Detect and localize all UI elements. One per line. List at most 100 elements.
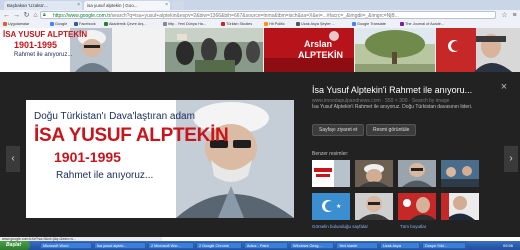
- forward-icon[interactable]: →: [12, 11, 21, 20]
- east-turkestan-flag: ★: [312, 193, 350, 220]
- taskbar-item[interactable]: Uzak Asya: [380, 242, 420, 249]
- bookmark-yeni-dunya[interactable]: http - Yeni Dünya Ha...: [163, 21, 206, 28]
- image-caption: Rahmet ile anıyoruz...: [56, 170, 154, 181]
- apps-icon: [3, 22, 7, 26]
- translate-icon: [352, 22, 356, 26]
- result-thumbnail[interactable]: [436, 28, 520, 72]
- bookmark-turkish-studies[interactable]: Türkish Studies: [221, 21, 252, 28]
- bookmark-apps[interactable]: Uygulamalar: [3, 21, 29, 28]
- bookmark-label: Google: [55, 22, 68, 26]
- bookmark-label: Facebook: [79, 22, 96, 26]
- result-description: İsa Yusuf Alptekin'i Rahmet ile anıyoruz…: [312, 104, 473, 110]
- bookmark-label: http - Yeni Dünya Ha...: [168, 22, 206, 26]
- related-thumbnail[interactable]: ★: [312, 193, 350, 220]
- taskbar-item[interactable]: Windows Gezg...: [290, 242, 334, 249]
- portrait-photo: [441, 193, 479, 220]
- google-icon: [50, 22, 54, 26]
- back-icon[interactable]: ←: [2, 11, 11, 20]
- next-image-button[interactable]: ›: [504, 146, 518, 172]
- image-title-name: İSA YUSUF ALPTEKİN: [34, 125, 229, 146]
- taskbar-item[interactable]: İsa yusuf alptek...: [94, 242, 146, 249]
- result-thumbnail[interactable]: [165, 28, 263, 72]
- tab-strip: Başbakan 'Uzakta'... × isa yusuf alpteki…: [0, 0, 520, 10]
- portrait-with-flag: [398, 193, 436, 220]
- taskbar-item[interactable]: Adsız - Paint: [244, 242, 288, 249]
- bookmark-label: Uygulamalar: [8, 22, 30, 26]
- svg-text:★: ★: [336, 203, 341, 210]
- bookmark-journal[interactable]: The Journal of Acade...: [400, 21, 444, 28]
- portrait-photo: [398, 160, 436, 187]
- taskbar-item[interactable]: Microsoft Word: [40, 242, 92, 249]
- taskbar-item[interactable]: 2 Microsoft Wor...: [148, 242, 194, 249]
- poster-graphic: [312, 160, 350, 187]
- star-icon[interactable]: ☆: [500, 11, 509, 20]
- tab-google-images[interactable]: isa yusuf alptekin | Goo... ×: [84, 1, 170, 10]
- system-clock: 09:56: [502, 243, 513, 248]
- bookmark-google-translate[interactable]: Google Translate: [352, 21, 386, 28]
- bookmark-akademik[interactable]: Akademik Çevre Arş...: [104, 21, 147, 28]
- lock-icon: 🔒︎: [43, 12, 46, 18]
- related-thumbnail[interactable]: [312, 160, 350, 187]
- bookmark-icon: [221, 22, 225, 26]
- thumb-years: 1901-1995: [14, 40, 58, 50]
- bookmark-label: The Journal of Acade...: [405, 22, 445, 26]
- bookmark-icon: [264, 22, 268, 26]
- result-thumbnail[interactable]: [355, 28, 435, 72]
- bookmark-icon: [400, 22, 404, 26]
- tab-label: isa yusuf alptekin | Goo...: [87, 3, 138, 8]
- related-thumbnail[interactable]: [355, 160, 393, 187]
- bookmark-label: Akademik Çevre Arş...: [109, 22, 147, 26]
- close-icon[interactable]: ×: [165, 1, 168, 10]
- bookmark-label: Google Translate: [357, 22, 386, 26]
- chevron-right-icon: ›: [509, 153, 513, 164]
- taskbar-item[interactable]: 2 Google Chrome: [196, 242, 242, 249]
- thumb-text-alptekin: ALPTEKİN: [298, 50, 343, 60]
- portrait-photo: [436, 28, 520, 72]
- close-icon[interactable]: ×: [499, 82, 509, 93]
- bookmark-icon: [163, 22, 167, 26]
- bookmark-facebook[interactable]: Facebook: [74, 21, 96, 28]
- previous-image-button[interactable]: ‹: [6, 146, 20, 172]
- bookmark-label: Uzak Asya Şeyler ...: [301, 22, 335, 26]
- related-thumbnail[interactable]: [355, 193, 393, 220]
- result-title-link[interactable]: İsa Yusuf Alptekin'i Rahmet ile anıyoru.…: [312, 85, 487, 95]
- new-tab-button[interactable]: [172, 1, 184, 10]
- taskbar-item[interactable]: Dosya Yükl...: [422, 242, 466, 249]
- url-path: /search?q=isa+yusuf+alptekin&espv=2&biw=…: [110, 13, 399, 19]
- bookmark-uzak-asya[interactable]: Uzak Asya Şeyler ...: [296, 21, 335, 28]
- main-preview-image[interactable]: Doğu Türkistan'ı Dava'laştıran adam İSA …: [26, 100, 294, 218]
- tab-basbakan[interactable]: Başbakan 'Uzakta'... ×: [4, 1, 82, 10]
- portrait-photo: [355, 160, 393, 187]
- address-bar[interactable]: https://www.google.com.tr/search?q=isa+y…: [40, 11, 496, 19]
- reload-icon[interactable]: ↻: [22, 11, 31, 20]
- menu-icon[interactable]: ≡: [510, 11, 519, 20]
- related-thumbnail[interactable]: [398, 193, 436, 220]
- crowd-photo: [165, 28, 263, 72]
- view-image-button[interactable]: Resmi görüntüle: [366, 124, 417, 136]
- thumb-text-arslan: Arslan: [304, 39, 333, 49]
- related-images-label: Benzer resimler:: [312, 151, 349, 157]
- bookmark-google[interactable]: Google: [50, 21, 67, 28]
- close-icon[interactable]: ×: [77, 1, 80, 10]
- all-sizes-link[interactable]: Tüm boyutlar: [400, 224, 426, 229]
- related-thumbnail[interactable]: [398, 160, 436, 187]
- result-thumbnail[interactable]: Arslan ALPTEKİN: [264, 28, 354, 72]
- facebook-icon: [74, 22, 78, 26]
- taskbar-item[interactable]: Yeni klasör: [336, 242, 378, 249]
- bookmark-label: Türkish Studies: [226, 22, 253, 26]
- thumb-title: İSA YUSUF ALPTEKİN: [3, 30, 88, 39]
- visit-page-button[interactable]: Sayfayı ziyaret et: [312, 124, 365, 136]
- home-icon[interactable]: ⌂: [31, 11, 40, 20]
- start-button[interactable]: Başlat: [0, 241, 30, 250]
- bookmark-hit-politic[interactable]: Hit Politic: [264, 21, 285, 28]
- related-thumbnail[interactable]: [441, 193, 479, 220]
- related-thumbnail[interactable]: [441, 160, 479, 187]
- pages-with-image-link[interactable]: Görselin bulunduğu sayfalar: [312, 224, 368, 229]
- bookmark-label: Hit Politic: [269, 22, 285, 26]
- image-years: 1901-1995: [54, 149, 121, 165]
- tab-label: Başbakan 'Uzakta'...: [7, 3, 48, 8]
- result-thumbnail[interactable]: İSA YUSUF ALPTEKİN 1901-1995 Rahmet ile …: [0, 28, 112, 72]
- outdoor-photo: [355, 28, 435, 72]
- url-domain: https://www.google.com.tr: [53, 13, 111, 19]
- bookmark-icon: [104, 22, 108, 26]
